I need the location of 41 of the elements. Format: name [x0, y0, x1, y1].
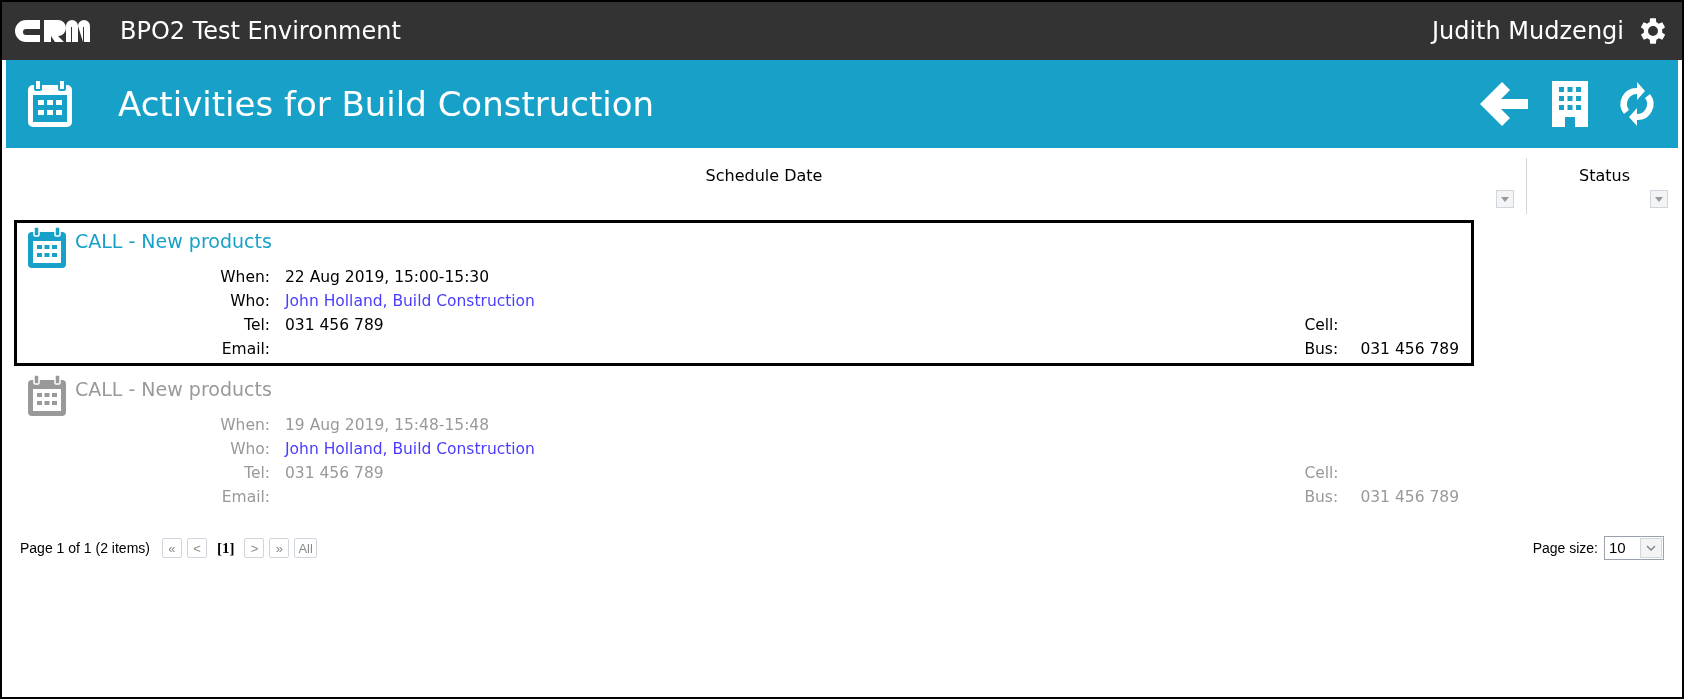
calendar-icon: [27, 227, 67, 269]
calendar-icon: [27, 375, 67, 417]
field-label: Cell:: [1304, 315, 1340, 336]
field-value: 031 456 789: [1360, 339, 1459, 360]
field-label: When:: [220, 267, 270, 288]
calendar-icon: [26, 79, 74, 129]
field-label: Bus:: [1304, 339, 1340, 360]
caret-icon: [1646, 545, 1656, 551]
field-label: Who:: [230, 439, 270, 460]
activity-card[interactable]: CALL - New products When: Who: Tel: Email: 19 Aug 2019, 15:48-15:48 John Holland, Build Construction 031 456 789 Cell: Bus: 031 456 789: [14, 368, 1474, 514]
contact-link[interactable]: John Holland, Build Construction: [285, 437, 535, 461]
activity-card[interactable]: CALL - New products When: Who: Tel: Email: 22 Aug 2019, 15:00-15:30 John Holland, Build Construction 031 456 789 Cell: Bus: 031 456 789: [14, 220, 1474, 366]
caret-icon: [1501, 196, 1509, 202]
field-value: 19 Aug 2019, 15:48-15:48: [285, 415, 491, 436]
field-label: When:: [220, 415, 270, 436]
field-label: Bus:: [1304, 487, 1340, 508]
column-header[interactable]: Status: [1579, 164, 1630, 186]
caret-icon: [1655, 196, 1663, 202]
field-label: Email:: [221, 339, 270, 360]
field-label: Tel:: [244, 315, 270, 336]
field-label: Cell:: [1304, 463, 1340, 484]
page-size-label: Page size:: [1532, 538, 1598, 558]
filter-dropdown-button[interactable]: [1496, 190, 1514, 208]
field-value: 031 456 789: [1360, 487, 1459, 508]
building-icon[interactable]: [1552, 81, 1588, 127]
field-label: Tel:: [244, 463, 270, 484]
app-title: BPO2 Test Environment: [120, 16, 401, 47]
field-value: 22 Aug 2019, 15:00-15:30: [285, 267, 491, 288]
field-value: 031 456 789: [285, 315, 385, 336]
pager-summary: Page 1 of 1 (2 items): [20, 538, 150, 558]
current-page[interactable]: [1]: [216, 536, 235, 560]
page-size-select[interactable]: 10: [1604, 536, 1664, 560]
field-value: 031 456 789: [285, 463, 385, 484]
back-arrow-icon[interactable]: [1480, 82, 1528, 126]
field-label: Who:: [230, 291, 270, 312]
user-name[interactable]: Judith Mudzengi: [1431, 13, 1624, 49]
column-header[interactable]: Schedule Date: [705, 164, 823, 186]
field-label: Email:: [221, 487, 270, 508]
page-title: Activities for Build Construction: [118, 82, 655, 126]
contact-link[interactable]: John Holland, Build Construction: [285, 289, 535, 313]
filter-dropdown-button[interactable]: [1650, 190, 1668, 208]
